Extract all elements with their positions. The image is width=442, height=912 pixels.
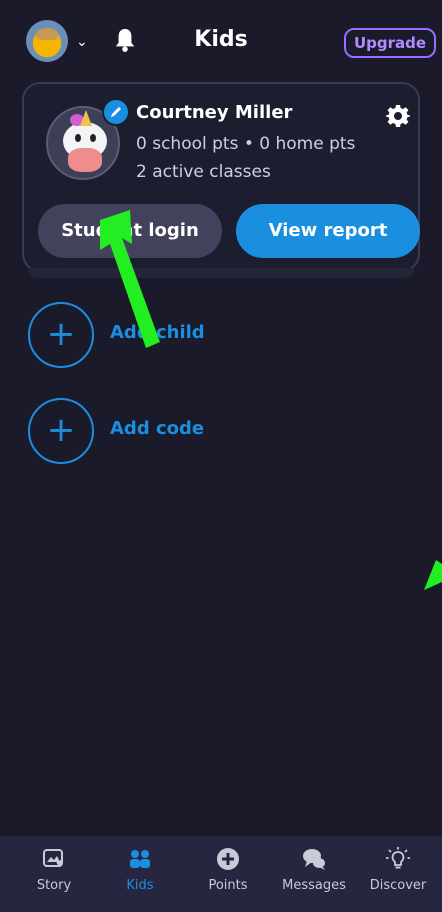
- add-child-plus-icon[interactable]: +: [28, 302, 94, 368]
- unicorn-eye-right: [90, 134, 96, 142]
- gear-icon[interactable]: [386, 104, 410, 128]
- unicorn-face: [68, 148, 102, 172]
- chevron-down-icon[interactable]: ⌄: [76, 34, 88, 50]
- unicorn-horn: [80, 110, 92, 126]
- add-code-row[interactable]: + Add code: [28, 398, 328, 466]
- child-points: 0 school pts • 0 home pts: [136, 134, 356, 154]
- bell-icon[interactable]: [114, 27, 136, 53]
- bottom-nav: Story Kids Points Messages Discover: [0, 836, 442, 912]
- unicorn-eye-left: [75, 134, 81, 142]
- story-icon: [43, 849, 63, 867]
- nav-points-label: Points: [208, 878, 248, 893]
- nav-discover[interactable]: Discover: [354, 846, 442, 893]
- annotation-arrow-partial-icon: [424, 560, 442, 590]
- nav-messages[interactable]: Messages: [270, 846, 358, 893]
- add-child-row[interactable]: + Add child: [28, 302, 328, 370]
- nav-story[interactable]: Story: [10, 846, 98, 893]
- child-classes: 2 active classes: [136, 162, 271, 182]
- discover-icon: [386, 847, 410, 869]
- upgrade-button[interactable]: Upgrade: [344, 28, 437, 58]
- annotation-arrow-icon: [100, 210, 160, 348]
- nav-story-label: Story: [36, 878, 72, 893]
- view-report-button[interactable]: View report: [236, 204, 420, 258]
- nav-discover-label: Discover: [369, 878, 427, 893]
- child-card: Courtney Miller 0 school pts • 0 home pt…: [22, 82, 420, 272]
- kids-icon: [130, 850, 150, 868]
- add-code-plus-icon[interactable]: +: [28, 398, 94, 464]
- parent-avatar[interactable]: [26, 20, 68, 62]
- nav-messages-label: Messages: [282, 878, 346, 893]
- edit-pencil-icon[interactable]: [102, 98, 130, 126]
- points-icon: [217, 848, 239, 870]
- add-code-label[interactable]: Add code: [110, 418, 204, 439]
- card-shadow: [28, 268, 414, 278]
- nav-points[interactable]: Points: [184, 846, 272, 893]
- nav-kids[interactable]: Kids: [96, 846, 184, 893]
- child-name: Courtney Miller: [136, 102, 293, 123]
- messages-icon: [303, 849, 325, 870]
- top-header: ⌄ Kids Upgrade: [0, 0, 442, 84]
- nav-kids-label: Kids: [126, 878, 154, 893]
